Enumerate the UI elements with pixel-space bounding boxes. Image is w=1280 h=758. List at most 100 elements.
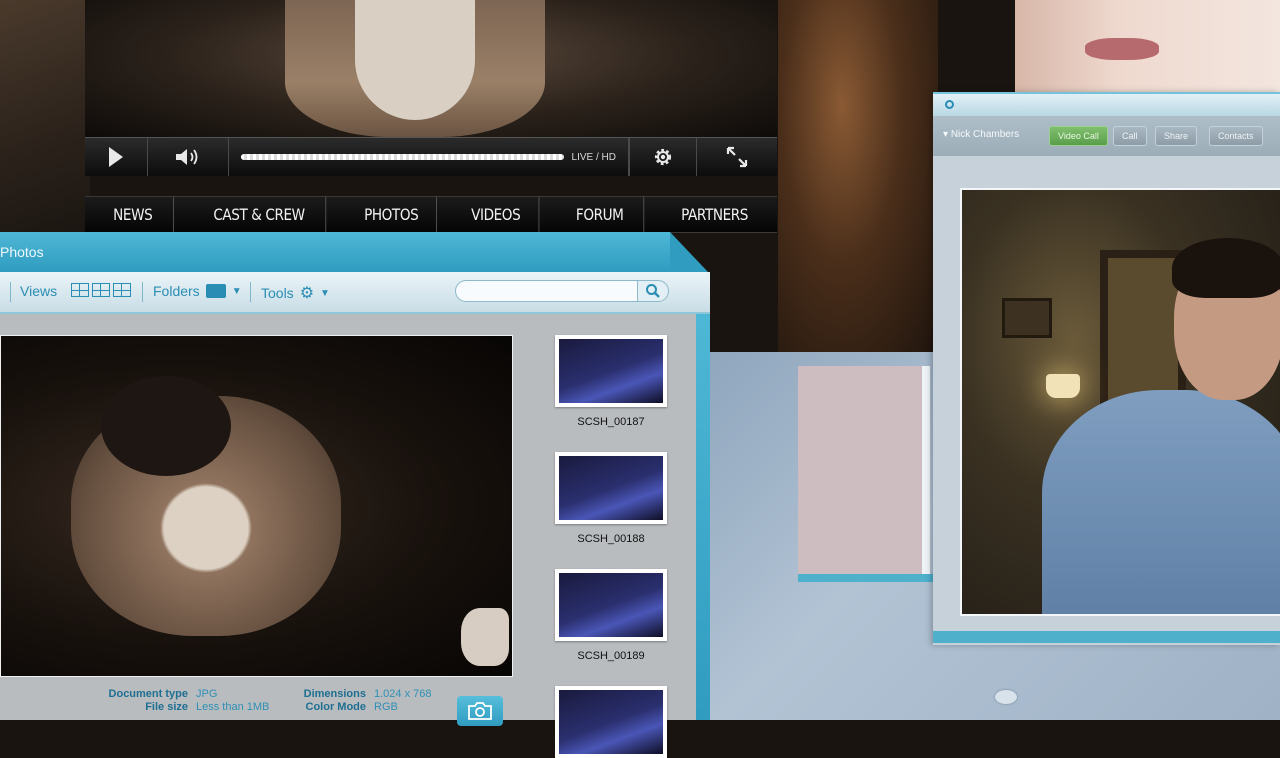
camera-button[interactable] — [457, 696, 503, 726]
seek-track[interactable]: LIVE / HD — [229, 138, 629, 176]
search-button[interactable] — [637, 280, 669, 302]
folder-icon — [205, 284, 226, 298]
tools-menu[interactable]: Tools ⚙ ▼ — [261, 283, 330, 303]
document-type-value: JPG — [196, 688, 218, 700]
call-button[interactable]: Call — [1113, 126, 1147, 146]
color-mode-label: Color Mode — [305, 701, 367, 713]
nav-item-cast-crew[interactable]: CAST & CREW — [193, 197, 327, 232]
player-controls: LIVE / HD — [85, 137, 777, 176]
gear-icon — [654, 148, 672, 166]
thumbnail-image — [559, 339, 663, 403]
share-button[interactable]: Share — [1155, 126, 1198, 146]
photo-figure-hair — [101, 376, 231, 476]
video-wall-picture — [1002, 298, 1052, 338]
contact-name[interactable]: ▾ Nick Chambers — [943, 129, 1019, 140]
background-lips — [1085, 38, 1159, 60]
nav-item-photos[interactable]: PHOTOS — [346, 197, 438, 232]
views-label: Views — [20, 283, 58, 299]
dimensions-label: Dimensions — [303, 688, 366, 700]
remote-video-feed[interactable] — [960, 188, 1280, 616]
thumbnail-item[interactable]: SCSH_00187 — [555, 335, 667, 428]
background-card-bar — [798, 574, 934, 582]
thumbnail-frame — [555, 569, 667, 641]
live-hd-label: LIVE / HD — [571, 151, 616, 163]
play-icon — [109, 147, 123, 167]
thumbnail-image — [559, 573, 663, 637]
photo-metadata-left: Document type JPG File size Less than 1M… — [100, 688, 286, 713]
volume-button[interactable] — [148, 138, 229, 176]
grid-view-icon[interactable] — [71, 283, 89, 297]
selected-photo-preview[interactable] — [0, 335, 513, 677]
play-button[interactable] — [85, 138, 148, 176]
photos-content: Document type JPG File size Less than 1M… — [0, 314, 696, 758]
background-face-photo — [1015, 0, 1280, 92]
camera-icon — [468, 702, 492, 720]
background-movie-poster — [778, 0, 938, 352]
nav-item-partners[interactable]: PARTNERS — [661, 197, 767, 232]
photos-window-titlebar[interactable]: Photos — [0, 232, 708, 272]
seek-bar[interactable] — [241, 154, 564, 160]
fullscreen-icon — [726, 146, 748, 168]
video-screen[interactable] — [85, 0, 777, 137]
dimensions-value: 1.024 x 768 — [374, 688, 432, 700]
video-caller-hair — [1172, 238, 1280, 298]
thumbnail-frame — [555, 335, 667, 407]
video-caller-body — [1042, 390, 1280, 614]
thumbnail-image — [559, 690, 663, 754]
photos-toolbar: Views Folders ▼ Tools ⚙ ▼ — [0, 272, 710, 314]
volume-icon — [176, 149, 198, 165]
folders-menu[interactable]: Folders ▼ — [153, 283, 242, 299]
views-menu[interactable]: Views — [20, 283, 57, 299]
toolbar-divider — [142, 282, 143, 302]
grid-view-icon[interactable] — [92, 283, 110, 297]
thumbnail-item-partial[interactable] — [555, 686, 667, 758]
nav-item-videos[interactable]: VIDEOS — [453, 197, 541, 232]
fullscreen-button[interactable] — [697, 138, 777, 176]
app-logo-icon — [945, 100, 954, 109]
thumbnail-item[interactable]: SCSH_00188 — [555, 452, 667, 545]
nav-item-news[interactable]: NEWS — [92, 197, 175, 232]
contact-name-label: Nick Chambers — [950, 129, 1020, 140]
document-type-label: Document type — [108, 688, 188, 700]
settings-button[interactable] — [629, 138, 697, 176]
contacts-button[interactable]: Contacts — [1209, 126, 1263, 146]
thumbnail-caption: SCSH_00188 — [577, 533, 645, 545]
file-size-value: Less than 1MB — [196, 701, 270, 713]
seek-bar-fill — [241, 154, 564, 160]
photos-window-edge — [696, 314, 710, 720]
file-size-label: File size — [145, 701, 188, 713]
video-player: LIVE / HD — [85, 0, 777, 176]
thumbnail-image — [559, 456, 663, 520]
color-mode-value: RGB — [374, 701, 398, 713]
background-card — [798, 366, 930, 574]
gear-icon: ⚙ — [299, 285, 315, 302]
video-call-button[interactable]: Video Call — [1049, 126, 1108, 146]
site-navigation: NEWS CAST & CREW PHOTOS VIDEOS FORUM PAR… — [85, 196, 777, 233]
video-figure-shirt — [355, 0, 475, 120]
toolbar-divider — [250, 282, 251, 302]
thumbnail-caption: SCSH_00189 — [577, 650, 645, 662]
thumbnail-frame — [555, 686, 667, 758]
video-lamp — [1046, 374, 1080, 398]
call-action-bar: ▾ Nick Chambers Video Call Call Share Co… — [933, 116, 1280, 156]
call-window-bottom-bar — [933, 631, 1280, 643]
toolbar-divider — [10, 282, 11, 302]
photos-window-title: Photos — [0, 244, 44, 260]
photo-hand — [461, 608, 509, 666]
call-window-titlebar[interactable] — [933, 92, 1280, 118]
thumbnail-item[interactable]: SCSH_00189 — [555, 569, 667, 662]
video-call-window: ▾ Nick Chambers Video Call Call Share Co… — [933, 92, 1280, 645]
list-view-icon[interactable] — [113, 283, 131, 297]
photo-metadata-right: Dimensions 1.024 x 768 Color Mode RGB — [296, 688, 454, 713]
nav-item-forum[interactable]: FORUM — [555, 197, 645, 232]
view-mode-group — [71, 283, 131, 297]
search-input[interactable] — [455, 280, 637, 302]
thumbnail-frame — [555, 452, 667, 524]
chevron-down-icon: ▼ — [320, 287, 330, 299]
search-icon — [646, 284, 660, 298]
thumbnail-caption: SCSH_00187 — [577, 416, 645, 428]
photo-search — [455, 280, 669, 304]
background-shirt-button — [995, 690, 1017, 704]
tools-label: Tools — [261, 285, 294, 301]
folders-label: Folders — [153, 283, 200, 299]
